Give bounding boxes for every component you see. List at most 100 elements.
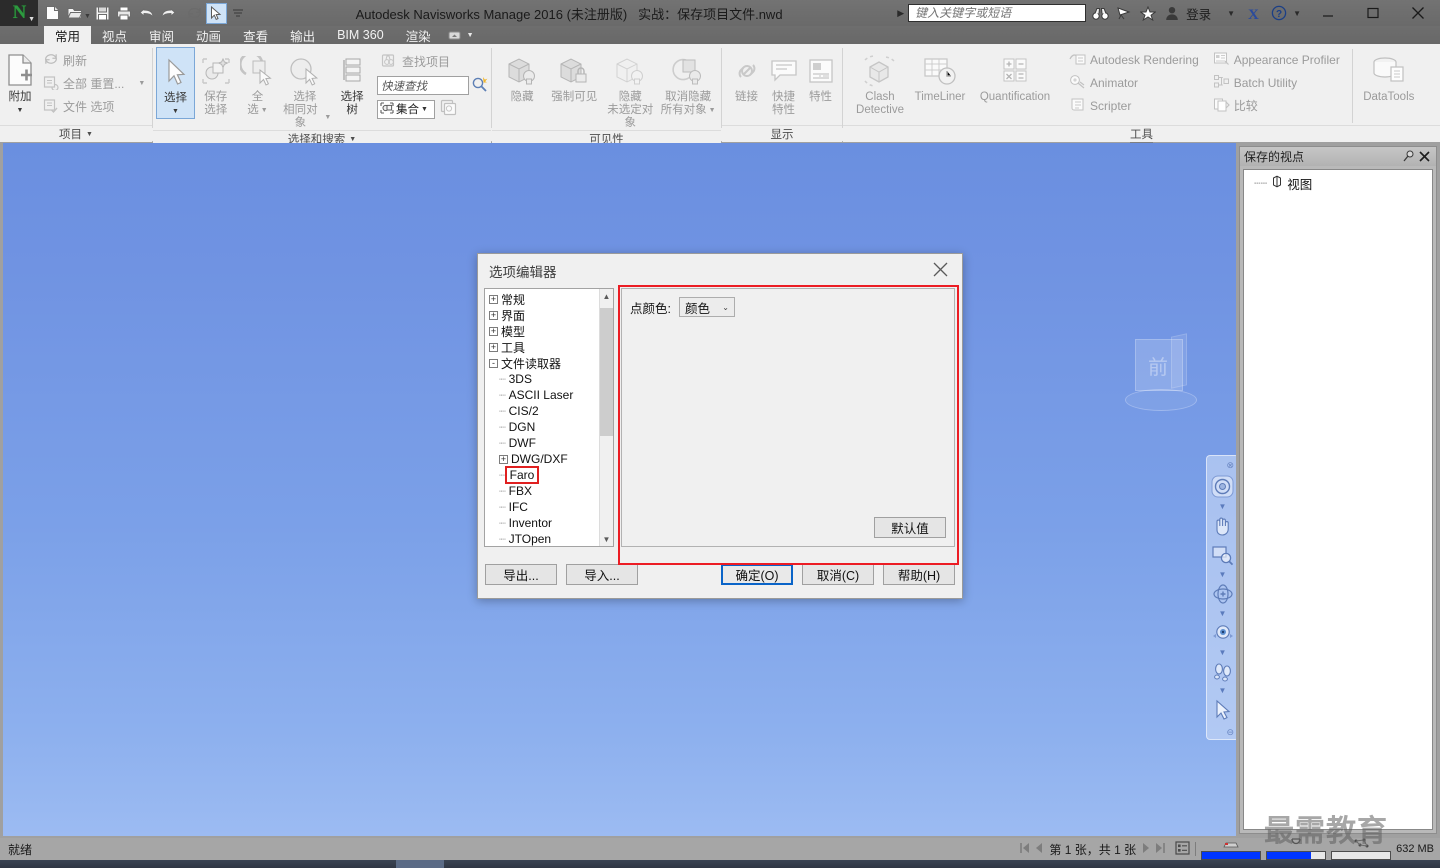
star-icon[interactable] — [1138, 3, 1158, 23]
save-icon[interactable] — [92, 3, 113, 24]
import-button[interactable]: 导入... — [566, 564, 638, 585]
scroll-thumb[interactable] — [599, 308, 613, 436]
reset-all-button[interactable]: 全部 重置... ▼ — [39, 72, 149, 95]
file-options-button[interactable]: 文件 选项 — [39, 95, 149, 118]
scripter-button[interactable]: Scripter — [1065, 94, 1203, 117]
view-cube-compass-ring[interactable] — [1125, 389, 1197, 411]
expand-icon[interactable]: + — [489, 326, 498, 336]
minimize-button[interactable] — [1305, 0, 1350, 26]
last-page-icon[interactable] — [1154, 842, 1167, 857]
tree-item-ascii-laser[interactable]: ┈ ASCII Laser — [487, 387, 599, 403]
walk-icon[interactable] — [1208, 657, 1236, 687]
search-input[interactable] — [913, 5, 1082, 21]
tree-item-[interactable]: + 常规 — [487, 291, 599, 307]
batch-utility-button[interactable]: Batch Utility — [1209, 71, 1344, 94]
datatools-button[interactable]: DataTools — [1359, 47, 1419, 104]
next-page-icon[interactable] — [1142, 842, 1151, 857]
search-box[interactable] — [908, 4, 1087, 22]
ribbon-collapse-button[interactable]: ▼ — [442, 26, 480, 44]
sets-manage-icon[interactable] — [438, 98, 458, 120]
expand-icon[interactable]: + — [489, 342, 498, 352]
application-menu-button[interactable]: N ▼ — [0, 0, 38, 26]
tree-item-faro[interactable]: ┈ Faro — [487, 466, 599, 484]
quick-find-input[interactable]: 快速查找 — [377, 76, 470, 95]
compare-button[interactable]: 比较 — [1209, 94, 1344, 117]
chevron-down-icon[interactable]: ▼ — [1293, 9, 1301, 18]
tree-item-[interactable]: + 界面 — [487, 307, 599, 323]
chevron-down-icon[interactable]: ▼ — [709, 104, 716, 117]
navbar-close-icon[interactable]: ⊗ — [1207, 460, 1236, 472]
refresh-button[interactable]: 刷新 — [39, 49, 149, 72]
ok-button[interactable]: 确定(O) — [721, 564, 793, 585]
export-button[interactable]: 导出... — [485, 564, 557, 585]
tree-item-jtopen[interactable]: ┈ JTOpen — [487, 531, 599, 546]
selection-tree-button[interactable]: 选择 树 — [331, 47, 373, 117]
sets-combo[interactable]: 集合 ▼ — [377, 99, 436, 119]
steering-wheel-icon[interactable] — [1208, 472, 1236, 502]
help-button[interactable]: 帮助(H) — [883, 564, 955, 585]
redo-icon[interactable] — [158, 3, 179, 24]
tab-chakan[interactable]: 查看 — [232, 26, 279, 44]
tree-item-[interactable]: + 工具 — [487, 339, 599, 355]
collapse-icon[interactable]: - — [489, 358, 498, 368]
scroll-up-icon[interactable]: ▲ — [600, 289, 614, 303]
help-icon[interactable]: ? — [1269, 3, 1289, 23]
autodesk-rendering-button[interactable]: Autodesk Rendering — [1065, 48, 1203, 71]
look-around-icon[interactable] — [1208, 618, 1236, 648]
panel-title-project[interactable]: 项目 ▼ — [0, 125, 152, 142]
scroll-track[interactable] — [599, 303, 613, 532]
tree-item-dwg-dxf[interactable]: + DWG/DXF — [487, 451, 599, 467]
chevron-down-icon[interactable]: ▼ — [324, 111, 331, 124]
tab-donghua[interactable]: 动画 — [185, 26, 232, 44]
autodesk-exchange-icon[interactable]: X — [1245, 3, 1265, 23]
save-selection-button[interactable]: 保存 选择 — [195, 47, 237, 117]
clash-detective-button[interactable]: Clash Detective — [851, 47, 909, 117]
hide-unselected-button[interactable]: 隐藏 未选定对象 — [602, 47, 658, 130]
refresh-icon[interactable] — [184, 3, 205, 24]
tab-shuchu[interactable]: 输出 — [279, 26, 326, 44]
chevron-down-icon[interactable]: ▼ — [1219, 686, 1227, 695]
chevron-down-icon[interactable]: ▼ — [1227, 9, 1235, 18]
require-button[interactable]: 强制可见 — [546, 47, 602, 104]
expand-icon[interactable]: + — [489, 310, 498, 320]
quick-find-icon[interactable] — [471, 76, 488, 95]
infocenter-expand-icon[interactable]: ▶ — [897, 8, 904, 19]
chevron-down-icon[interactable]: ⌄ — [722, 303, 729, 312]
maximize-button[interactable] — [1350, 0, 1395, 26]
user-icon[interactable] — [1162, 3, 1182, 23]
chevron-down-icon[interactable]: ▼ — [1219, 570, 1227, 579]
tab-bim360[interactable]: BIM 360 — [326, 26, 395, 44]
chevron-down-icon[interactable]: ▼ — [1219, 502, 1227, 511]
zoom-window-icon[interactable] — [1208, 540, 1236, 570]
saved-viewpoints-list[interactable]: ┄┄ 视图 — [1243, 169, 1433, 830]
tree-item-fbx[interactable]: ┈ FBX — [487, 483, 599, 499]
tree-item-dwf[interactable]: ┈ DWF — [487, 435, 599, 451]
tab-changyong[interactable]: 常用 — [44, 26, 92, 44]
hide-button[interactable]: 隐藏 — [498, 47, 546, 104]
options-tree[interactable]: + 常规 + 界面 + 模型 + 工具 - 文件读取器 ┈ 3DS ┈ ASCII Laser ┈ CIS/2… — [484, 288, 614, 547]
navbar-collapse-icon[interactable]: ⊖ — [1207, 727, 1236, 739]
tree-item-dgn[interactable]: ┈ DGN — [487, 419, 599, 435]
taskbar-active-item[interactable] — [396, 860, 444, 868]
unhide-all-button[interactable]: 取消隐藏 所有对象 ▼ — [658, 47, 718, 117]
timeliner-button[interactable]: TimeLiner — [909, 47, 971, 104]
tab-shidian[interactable]: 视点 — [91, 26, 138, 44]
chevron-down-icon[interactable]: ▼ — [138, 80, 145, 87]
first-page-icon[interactable] — [1018, 842, 1031, 857]
tree-item-inventor[interactable]: ┈ Inventor — [487, 515, 599, 531]
pan-hand-icon[interactable] — [1208, 511, 1236, 541]
defaults-button[interactable]: 默认值 — [874, 517, 946, 538]
tree-item-cis-2[interactable]: ┈ CIS/2 — [487, 403, 599, 419]
expand-icon[interactable]: + — [499, 454, 508, 464]
select-same-button[interactable]: 选择 相同对象 ▼ — [278, 47, 331, 130]
pin-icon[interactable] — [1400, 150, 1416, 163]
close-button[interactable] — [1395, 0, 1440, 26]
login-label[interactable]: 登录 — [1186, 4, 1211, 23]
tree-scrollbar[interactable]: ▲ ▼ — [599, 289, 613, 546]
open-icon[interactable] — [64, 3, 85, 24]
tab-xuanran[interactable]: 渲染 — [395, 26, 442, 44]
links-button[interactable]: 链接 — [728, 47, 765, 104]
tree-item-ifc[interactable]: ┈ IFC — [487, 499, 599, 515]
chevron-down-icon[interactable]: ▼ — [261, 104, 268, 117]
sheet-list-icon[interactable] — [1175, 840, 1190, 858]
